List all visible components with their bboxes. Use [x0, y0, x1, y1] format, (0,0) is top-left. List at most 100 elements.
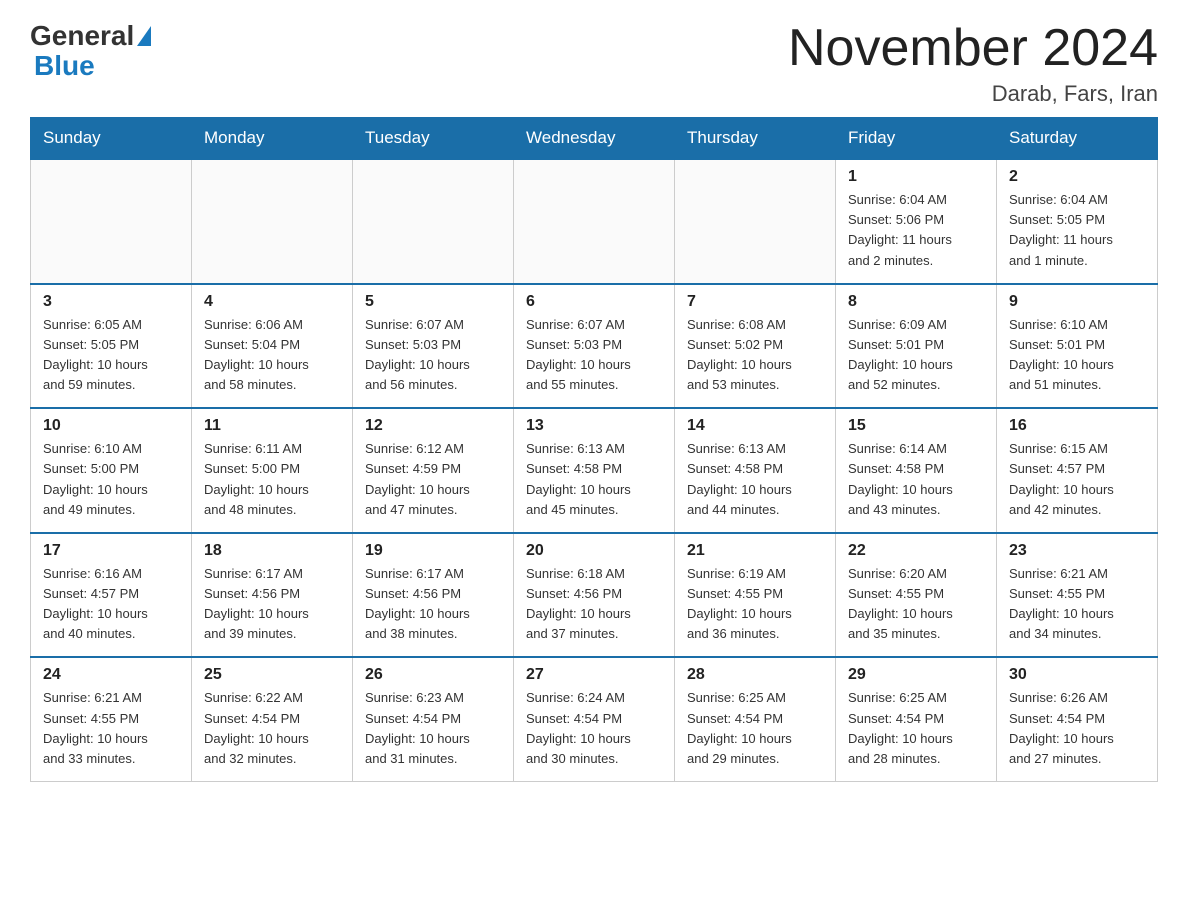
calendar-cell — [514, 159, 675, 284]
calendar-cell: 3 Sunrise: 6:05 AMSunset: 5:05 PMDaylight… — [31, 284, 192, 409]
day-info: Sunrise: 6:14 AMSunset: 4:58 PMDaylight:… — [848, 439, 984, 520]
calendar-week-row: 24 Sunrise: 6:21 AMSunset: 4:55 PMDayligh… — [31, 657, 1158, 781]
day-info: Sunrise: 6:12 AMSunset: 4:59 PMDaylight:… — [365, 439, 501, 520]
day-number: 18 — [204, 542, 340, 560]
calendar-cell: 8Sunrise: 6:09 AMSunset: 5:01 PMDaylight… — [836, 284, 997, 409]
day-number: 12 — [365, 417, 501, 435]
weekday-header-tuesday: Tuesday — [353, 118, 514, 160]
day-info: Sunrise: 6:10 AMSunset: 5:01 PMDaylight:… — [1009, 315, 1145, 396]
location-text: Darab, Fars, Iran — [788, 81, 1158, 107]
day-number: 13 — [526, 417, 662, 435]
day-info: Sunrise: 6:07 AMSunset: 5:03 PMDaylight:… — [526, 315, 662, 396]
day-number: 5 — [365, 293, 501, 311]
calendar-cell: 23Sunrise: 6:21 AMSunset: 4:55 PMDayligh… — [997, 533, 1158, 658]
day-info: Sunrise: 6:18 AMSunset: 4:56 PMDaylight:… — [526, 564, 662, 645]
day-info: Sunrise: 6:21 AMSunset: 4:55 PMDaylight:… — [43, 688, 179, 769]
calendar-cell — [192, 159, 353, 284]
calendar-cell: 17Sunrise: 6:16 AMSunset: 4:57 PMDayligh… — [31, 533, 192, 658]
calendar-cell — [353, 159, 514, 284]
title-area: November 2024 Darab, Fars, Iran — [788, 20, 1158, 107]
calendar-cell: 15Sunrise: 6:14 AMSunset: 4:58 PMDayligh… — [836, 408, 997, 533]
day-info: Sunrise: 6:20 AMSunset: 4:55 PMDaylight:… — [848, 564, 984, 645]
calendar-cell: 13Sunrise: 6:13 AMSunset: 4:58 PMDayligh… — [514, 408, 675, 533]
day-info: Sunrise: 6:11 AMSunset: 5:00 PMDaylight:… — [204, 439, 340, 520]
page-header: General Blue November 2024 Darab, Fars, … — [30, 20, 1158, 107]
day-info: Sunrise: 6:19 AMSunset: 4:55 PMDaylight:… — [687, 564, 823, 645]
day-number: 28 — [687, 666, 823, 684]
weekday-header-saturday: Saturday — [997, 118, 1158, 160]
calendar-week-row: 10Sunrise: 6:10 AMSunset: 5:00 PMDayligh… — [31, 408, 1158, 533]
day-info: Sunrise: 6:17 AMSunset: 4:56 PMDaylight:… — [204, 564, 340, 645]
weekday-header-thursday: Thursday — [675, 118, 836, 160]
calendar-cell: 28 Sunrise: 6:25 AMSunset: 4:54 PMDayligh… — [675, 657, 836, 781]
calendar-cell: 12 Sunrise: 6:12 AMSunset: 4:59 PMDayligh… — [353, 408, 514, 533]
logo: General Blue — [30, 20, 151, 82]
day-number: 22 — [848, 542, 984, 560]
day-info: Sunrise: 6:22 AMSunset: 4:54 PMDaylight:… — [204, 688, 340, 769]
logo-triangle-icon — [137, 26, 151, 46]
logo-blue-text: Blue — [30, 50, 95, 82]
calendar-cell: 19 Sunrise: 6:17 AMSunset: 4:56 PMDayligh… — [353, 533, 514, 658]
weekday-header-sunday: Sunday — [31, 118, 192, 160]
day-number: 26 — [365, 666, 501, 684]
calendar-cell: 21 Sunrise: 6:19 AMSunset: 4:55 PMDayligh… — [675, 533, 836, 658]
day-number: 19 — [365, 542, 501, 560]
logo-general-text: General — [30, 20, 134, 52]
calendar-cell: 14Sunrise: 6:13 AMSunset: 4:58 PMDayligh… — [675, 408, 836, 533]
day-number: 21 — [687, 542, 823, 560]
day-number: 4 — [204, 293, 340, 311]
day-info: Sunrise: 6:04 AMSunset: 5:06 PMDaylight:… — [848, 190, 984, 271]
weekday-header-row: SundayMondayTuesdayWednesdayThursdayFrid… — [31, 118, 1158, 160]
day-info: Sunrise: 6:24 AMSunset: 4:54 PMDaylight:… — [526, 688, 662, 769]
calendar-cell: 11 Sunrise: 6:11 AMSunset: 5:00 PMDayligh… — [192, 408, 353, 533]
day-info: Sunrise: 6:05 AMSunset: 5:05 PMDaylight:… — [43, 315, 179, 396]
day-info: Sunrise: 6:25 AMSunset: 4:54 PMDaylight:… — [848, 688, 984, 769]
calendar-cell: 30Sunrise: 6:26 AMSunset: 4:54 PMDayligh… — [997, 657, 1158, 781]
day-info: Sunrise: 6:04 AMSunset: 5:05 PMDaylight:… — [1009, 190, 1145, 271]
day-info: Sunrise: 6:06 AMSunset: 5:04 PMDaylight:… — [204, 315, 340, 396]
day-info: Sunrise: 6:13 AMSunset: 4:58 PMDaylight:… — [687, 439, 823, 520]
day-number: 30 — [1009, 666, 1145, 684]
calendar-cell — [675, 159, 836, 284]
calendar-cell: 6Sunrise: 6:07 AMSunset: 5:03 PMDaylight… — [514, 284, 675, 409]
weekday-header-friday: Friday — [836, 118, 997, 160]
day-info: Sunrise: 6:17 AMSunset: 4:56 PMDaylight:… — [365, 564, 501, 645]
day-number: 11 — [204, 417, 340, 435]
day-number: 3 — [43, 293, 179, 311]
day-number: 16 — [1009, 417, 1145, 435]
day-info: Sunrise: 6:21 AMSunset: 4:55 PMDaylight:… — [1009, 564, 1145, 645]
calendar-cell: 24 Sunrise: 6:21 AMSunset: 4:55 PMDayligh… — [31, 657, 192, 781]
day-number: 29 — [848, 666, 984, 684]
day-info: Sunrise: 6:16 AMSunset: 4:57 PMDaylight:… — [43, 564, 179, 645]
day-info: Sunrise: 6:08 AMSunset: 5:02 PMDaylight:… — [687, 315, 823, 396]
month-title: November 2024 — [788, 20, 1158, 77]
day-number: 2 — [1009, 168, 1145, 186]
calendar-cell: 9 Sunrise: 6:10 AMSunset: 5:01 PMDaylight… — [997, 284, 1158, 409]
day-info: Sunrise: 6:15 AMSunset: 4:57 PMDaylight:… — [1009, 439, 1145, 520]
day-info: Sunrise: 6:25 AMSunset: 4:54 PMDaylight:… — [687, 688, 823, 769]
weekday-header-wednesday: Wednesday — [514, 118, 675, 160]
day-number: 25 — [204, 666, 340, 684]
day-number: 20 — [526, 542, 662, 560]
calendar-cell: 25 Sunrise: 6:22 AMSunset: 4:54 PMDayligh… — [192, 657, 353, 781]
calendar-cell: 22 Sunrise: 6:20 AMSunset: 4:55 PMDayligh… — [836, 533, 997, 658]
calendar-cell: 27 Sunrise: 6:24 AMSunset: 4:54 PMDayligh… — [514, 657, 675, 781]
calendar-table: SundayMondayTuesdayWednesdayThursdayFrid… — [30, 117, 1158, 782]
calendar-cell: 16 Sunrise: 6:15 AMSunset: 4:57 PMDayligh… — [997, 408, 1158, 533]
day-info: Sunrise: 6:23 AMSunset: 4:54 PMDaylight:… — [365, 688, 501, 769]
calendar-week-row: 3 Sunrise: 6:05 AMSunset: 5:05 PMDaylight… — [31, 284, 1158, 409]
calendar-week-row: 1Sunrise: 6:04 AMSunset: 5:06 PMDaylight… — [31, 159, 1158, 284]
calendar-cell: 26 Sunrise: 6:23 AMSunset: 4:54 PMDayligh… — [353, 657, 514, 781]
calendar-cell: 20 Sunrise: 6:18 AMSunset: 4:56 PMDayligh… — [514, 533, 675, 658]
calendar-cell: 18 Sunrise: 6:17 AMSunset: 4:56 PMDayligh… — [192, 533, 353, 658]
day-number: 9 — [1009, 293, 1145, 311]
day-info: Sunrise: 6:07 AMSunset: 5:03 PMDaylight:… — [365, 315, 501, 396]
day-number: 24 — [43, 666, 179, 684]
day-info: Sunrise: 6:10 AMSunset: 5:00 PMDaylight:… — [43, 439, 179, 520]
calendar-cell: 1Sunrise: 6:04 AMSunset: 5:06 PMDaylight… — [836, 159, 997, 284]
calendar-cell — [31, 159, 192, 284]
calendar-cell: 4 Sunrise: 6:06 AMSunset: 5:04 PMDaylight… — [192, 284, 353, 409]
day-number: 7 — [687, 293, 823, 311]
calendar-cell: 29 Sunrise: 6:25 AMSunset: 4:54 PMDayligh… — [836, 657, 997, 781]
day-number: 27 — [526, 666, 662, 684]
